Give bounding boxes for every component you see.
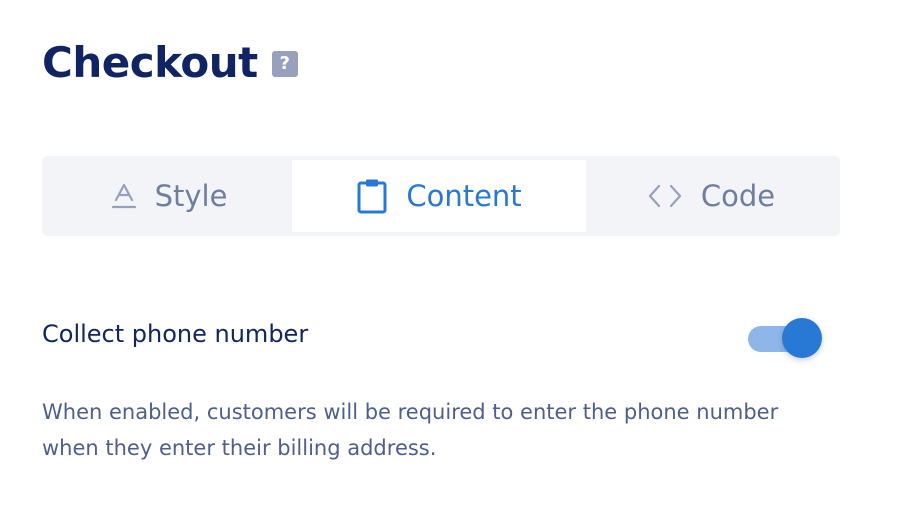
collect-phone-label: Collect phone number	[42, 320, 309, 348]
text-style-icon	[111, 182, 137, 210]
tab-style-label: Style	[154, 179, 228, 213]
tab-code-label: Code	[700, 179, 776, 213]
tab-content-label: Content	[406, 179, 522, 213]
tab-bar: Style Content Code	[42, 156, 840, 236]
collect-phone-toggle[interactable]	[748, 318, 824, 360]
help-icon[interactable]: ?	[271, 51, 298, 77]
header: Checkout ?	[42, 36, 298, 90]
page-title: Checkout	[42, 38, 258, 87]
toggle-knob	[782, 318, 822, 358]
checkout-settings-page: Checkout ? Style Content Code Collect ph…	[0, 0, 902, 522]
tab-content[interactable]: Content	[292, 160, 586, 232]
tab-code[interactable]: Code	[586, 160, 836, 232]
code-brackets-icon	[647, 182, 683, 210]
clipboard-icon	[356, 178, 388, 214]
setting-description: When enabled, customers will be required…	[42, 400, 779, 460]
tab-style[interactable]: Style	[46, 160, 292, 232]
